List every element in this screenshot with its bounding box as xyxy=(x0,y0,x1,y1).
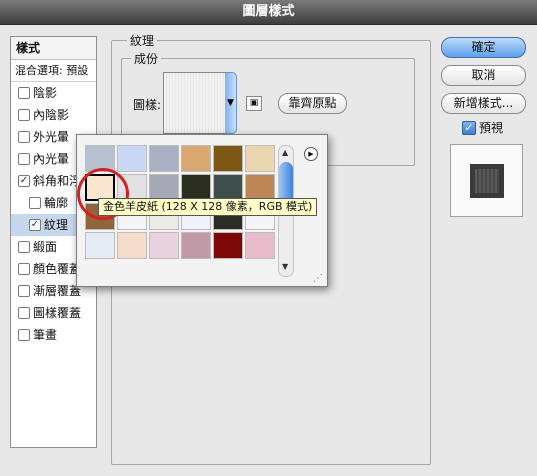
pattern-dropdown-arrow-icon[interactable]: ▼ xyxy=(225,72,237,134)
style-checkbox[interactable] xyxy=(29,197,41,209)
window-title: 圖層樣式 xyxy=(0,0,537,25)
style-checkbox[interactable]: ✓ xyxy=(18,175,30,187)
sidebar-item-label: 緞面 xyxy=(33,240,58,254)
pattern-swatch[interactable] xyxy=(149,174,179,201)
sidebar-item-label: 內光暈 xyxy=(33,152,70,166)
scroll-up-icon[interactable]: ▲ xyxy=(282,148,288,157)
pattern-swatch[interactable] xyxy=(213,145,243,172)
style-checkbox[interactable] xyxy=(18,153,30,165)
pattern-swatch[interactable] xyxy=(149,145,179,172)
pattern-label: 圖樣: xyxy=(133,98,162,112)
pattern-swatch[interactable] xyxy=(245,174,275,201)
cancel-button[interactable]: 取消 xyxy=(441,65,526,86)
style-checkbox[interactable] xyxy=(18,241,30,253)
sidebar-item-label: 陰影 xyxy=(33,86,58,100)
ok-button[interactable]: 確定 xyxy=(441,37,526,58)
styles-header[interactable]: 樣式 xyxy=(11,37,96,60)
sidebar-item-label: 漸層覆蓋 xyxy=(33,284,82,298)
style-checkbox[interactable] xyxy=(18,329,30,341)
pattern-swatch[interactable] xyxy=(213,232,243,259)
pattern-tooltip: 金色羊皮紙 (128 X 128 像素，RGB 模式) xyxy=(98,198,318,216)
sidebar-item-label: 內陰影 xyxy=(33,108,70,122)
resize-grip-icon[interactable]: ⋰ xyxy=(313,273,323,284)
pattern-swatch[interactable] xyxy=(245,232,275,259)
sidebar-item[interactable]: 圖樣覆蓋 xyxy=(11,302,96,324)
preview-checkbox[interactable]: ✓ xyxy=(462,121,476,135)
style-checkbox[interactable] xyxy=(18,263,30,275)
pattern-swatch[interactable] xyxy=(149,232,179,259)
sidebar-item[interactable]: 陰影 xyxy=(11,82,96,104)
blending-options[interactable]: 混合選項: 預設 xyxy=(11,60,96,82)
picker-menu-icon[interactable]: ▶ xyxy=(304,147,318,161)
elements-group-title: 成份 xyxy=(131,50,162,67)
preview-label: 預視 xyxy=(479,121,504,135)
pattern-swatch[interactable] xyxy=(85,232,115,259)
texture-section-title: 紋理 xyxy=(127,32,158,49)
sidebar-item[interactable]: 筆畫 xyxy=(11,324,96,346)
style-checkbox[interactable] xyxy=(18,87,30,99)
style-checkbox[interactable]: ✓ xyxy=(29,219,41,231)
style-thumbnail xyxy=(450,144,523,217)
sidebar-item-label: 圖樣覆蓋 xyxy=(33,306,82,320)
new-style-button[interactable]: 新增樣式... xyxy=(441,93,526,114)
style-checkbox[interactable] xyxy=(18,109,30,121)
pattern-swatch[interactable] xyxy=(181,174,211,201)
sidebar-item-label: 顏色覆蓋 xyxy=(33,262,82,276)
sidebar-item-label: 外光暈 xyxy=(33,130,70,144)
pattern-swatch[interactable] xyxy=(181,232,211,259)
sidebar-item-label: 斜角和浮 xyxy=(33,174,82,188)
pattern-swatch[interactable] xyxy=(181,145,211,172)
pattern-swatch[interactable] xyxy=(117,145,147,172)
snap-to-origin-button[interactable]: 靠齊原點 xyxy=(278,93,347,114)
new-preset-icon[interactable]: ▣ xyxy=(246,96,262,111)
style-checkbox[interactable] xyxy=(18,285,30,297)
pattern-swatch[interactable] xyxy=(245,145,275,172)
pattern-preview[interactable] xyxy=(163,72,227,134)
scroll-down-icon[interactable]: ▼ xyxy=(282,262,288,271)
bevel-preview-shape xyxy=(470,164,504,198)
style-checkbox[interactable] xyxy=(18,307,30,319)
sidebar-item[interactable]: 內陰影 xyxy=(11,104,96,126)
style-checkbox[interactable] xyxy=(18,131,30,143)
pattern-swatch[interactable] xyxy=(213,174,243,201)
sidebar-item-label: 輪廓 xyxy=(44,196,69,210)
preview-toggle[interactable]: ✓ 預視 xyxy=(462,120,503,136)
pattern-swatch[interactable] xyxy=(117,232,147,259)
sidebar-item-label: 紋理 xyxy=(44,218,69,232)
sidebar-item-label: 筆畫 xyxy=(33,328,58,342)
